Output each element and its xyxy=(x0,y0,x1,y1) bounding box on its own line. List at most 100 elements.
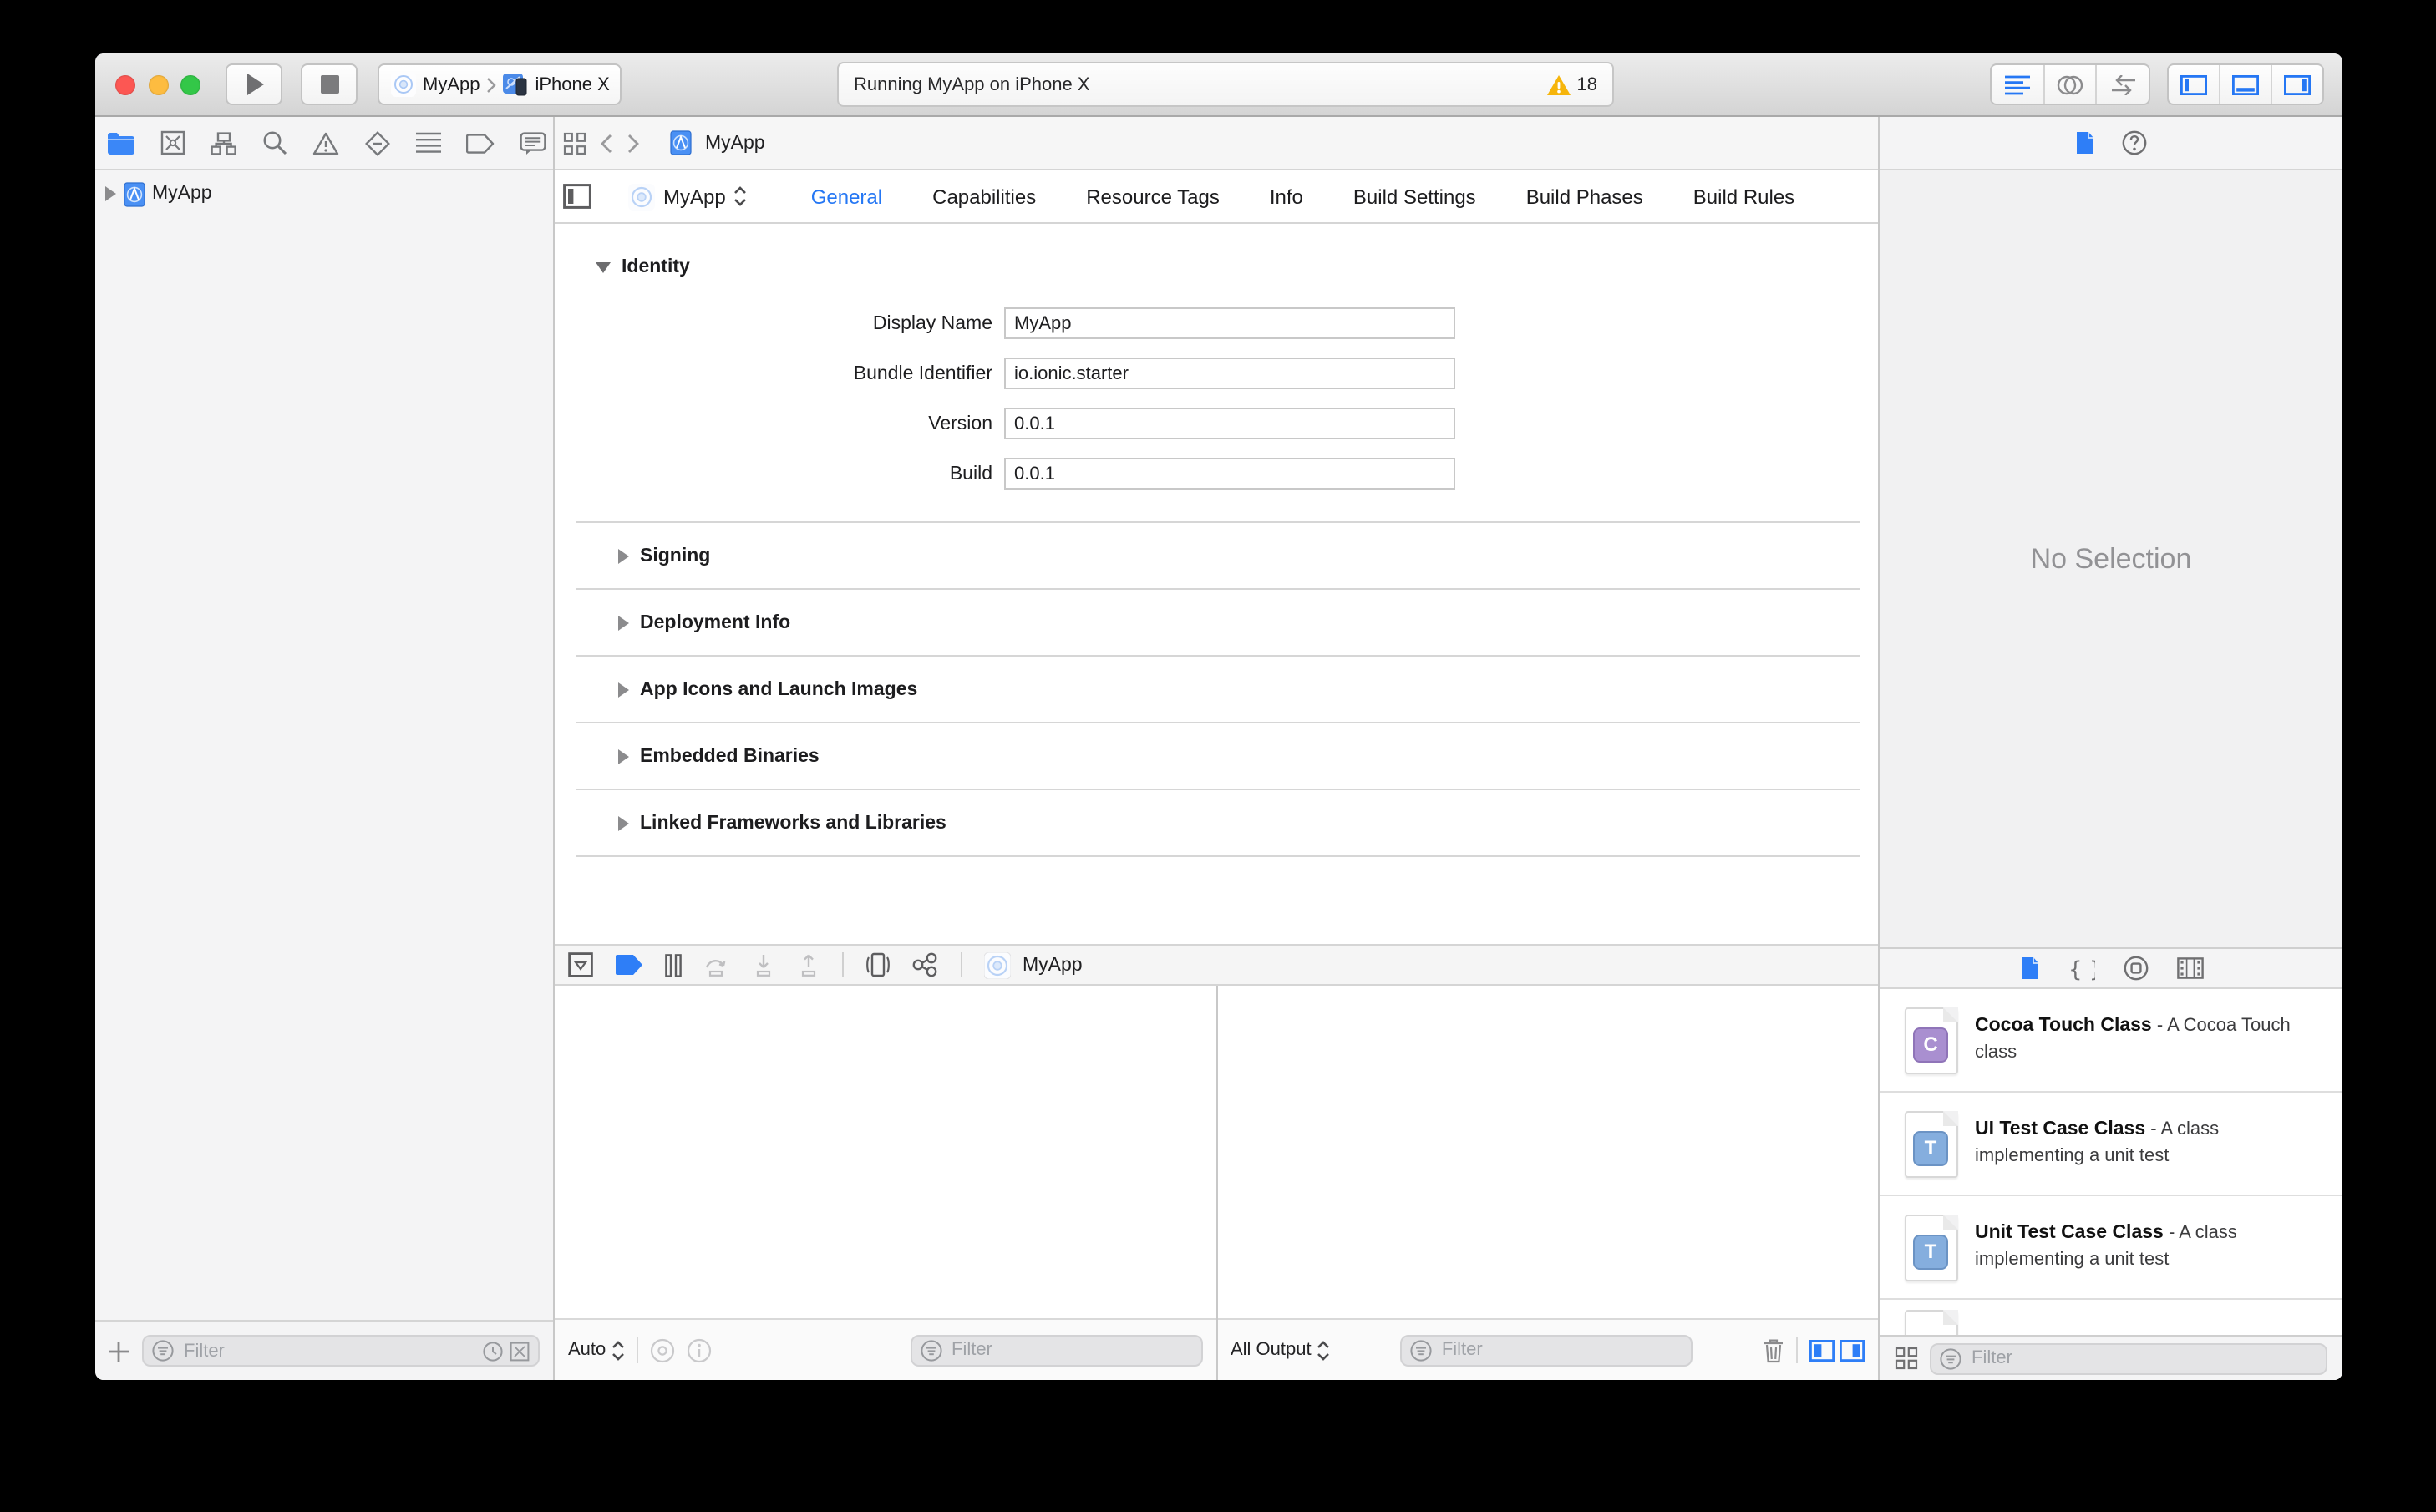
jumpbar-file-label[interactable]: MyApp xyxy=(705,133,765,153)
add-button[interactable] xyxy=(109,1341,129,1361)
bar-divider xyxy=(1796,1337,1798,1363)
source-control-navigator-icon[interactable] xyxy=(160,130,185,155)
toggle-navigator-button[interactable] xyxy=(2169,65,2220,104)
pause-button[interactable] xyxy=(665,953,682,977)
section-linked-frameworks[interactable]: Linked Frameworks and Libraries xyxy=(576,789,1860,857)
tab-general[interactable]: General xyxy=(811,185,882,208)
warning-icon[interactable] xyxy=(1546,74,1571,94)
info-icon[interactable] xyxy=(686,1337,711,1362)
warning-count[interactable]: 18 xyxy=(1577,74,1598,94)
library-filter-field[interactable] xyxy=(1930,1342,2327,1374)
help-inspector-icon[interactable] xyxy=(2122,130,2147,155)
issue-navigator-icon[interactable] xyxy=(312,131,339,155)
debug-navigator-icon[interactable] xyxy=(416,132,441,154)
library-item-partial[interactable] xyxy=(1880,1300,2342,1335)
disclosure-closed-icon[interactable] xyxy=(617,748,630,764)
console-filter-field[interactable] xyxy=(1399,1334,1693,1366)
disclosure-closed-icon[interactable] xyxy=(617,614,630,631)
library-filter-input[interactable] xyxy=(1968,1347,2317,1370)
symbol-navigator-icon[interactable] xyxy=(211,131,237,155)
close-window-button[interactable] xyxy=(115,75,135,95)
console-filter-input[interactable] xyxy=(1438,1338,1682,1362)
memory-graph-button[interactable] xyxy=(912,952,939,977)
section-signing[interactable]: Signing xyxy=(576,521,1860,588)
variables-filter-input[interactable] xyxy=(948,1338,1192,1362)
toggle-inspector-button[interactable] xyxy=(2272,65,2322,104)
toggle-variables-view-button[interactable] xyxy=(1809,1339,1835,1361)
clear-console-button[interactable] xyxy=(1763,1337,1784,1362)
debug-target-label[interactable]: MyApp xyxy=(1023,955,1083,975)
assistant-editor-button[interactable] xyxy=(2044,65,2098,104)
related-items-icon[interactable] xyxy=(563,131,586,155)
section-deployment-info[interactable]: Deployment Info xyxy=(576,588,1860,655)
minimize-window-button[interactable] xyxy=(149,75,169,95)
section-app-icons[interactable]: App Icons and Launch Images xyxy=(576,655,1860,722)
version-editor-button[interactable] xyxy=(2098,65,2149,104)
source-control-status-icon[interactable] xyxy=(510,1341,530,1361)
quick-look-icon[interactable] xyxy=(649,1337,674,1362)
section-embedded-binaries[interactable]: Embedded Binaries xyxy=(576,722,1860,789)
project-navigator-icon[interactable] xyxy=(107,131,135,155)
scheme-selector[interactable]: MyApp iPhone X xyxy=(378,63,622,105)
bundle-identifier-field[interactable] xyxy=(1004,358,1455,389)
library-item-text: Cocoa Touch Class - A Cocoa Touch class xyxy=(1975,1015,2342,1066)
toggle-debug-area-button[interactable] xyxy=(2220,65,2272,104)
toggle-console-view-button[interactable] xyxy=(1840,1339,1865,1361)
disclosure-closed-icon[interactable] xyxy=(617,814,630,831)
grid-view-icon[interactable] xyxy=(1895,1347,1918,1370)
disclosure-open-icon[interactable] xyxy=(595,261,612,274)
step-over-button[interactable] xyxy=(703,953,730,977)
library-item-ui-test-case-class[interactable]: T UI Test Case Class - A class implement… xyxy=(1880,1093,2342,1196)
file-template-library-icon[interactable] xyxy=(2019,956,2039,981)
tab-info[interactable]: Info xyxy=(1270,185,1303,208)
disclosure-closed-icon[interactable] xyxy=(617,681,630,698)
file-inspector-icon[interactable] xyxy=(2075,130,2095,155)
disclosure-closed-icon[interactable] xyxy=(617,547,630,564)
tab-resource-tags[interactable]: Resource Tags xyxy=(1086,185,1220,208)
run-button[interactable] xyxy=(226,63,282,105)
code-snippet-library-icon[interactable]: { } xyxy=(2068,956,2094,980)
targets-sidebar-toggle[interactable] xyxy=(563,184,591,209)
navigator-filter-input[interactable] xyxy=(180,1339,476,1362)
search-navigator-icon[interactable] xyxy=(262,130,287,155)
breakpoint-navigator-icon[interactable] xyxy=(466,133,495,153)
test-navigator-icon[interactable] xyxy=(364,129,391,156)
console-bar: All Output xyxy=(1217,1318,1878,1380)
stop-button[interactable] xyxy=(301,63,358,105)
tab-build-settings[interactable]: Build Settings xyxy=(1353,185,1476,208)
zoom-window-button[interactable] xyxy=(180,75,200,95)
console-scope-popup[interactable]: All Output xyxy=(1231,1339,1330,1361)
variables-scope-popup[interactable]: Auto xyxy=(568,1339,624,1361)
build-field[interactable] xyxy=(1004,458,1455,490)
standard-editor-button[interactable] xyxy=(1992,65,2045,104)
tab-build-rules[interactable]: Build Rules xyxy=(1693,185,1794,208)
library-item-unit-test-case-class[interactable]: T Unit Test Case Class - A class impleme… xyxy=(1880,1196,2342,1300)
recent-files-icon[interactable] xyxy=(483,1341,503,1361)
form-row-bundle-identifier: Bundle Identifier xyxy=(555,358,1878,389)
view-debugger-button[interactable] xyxy=(865,952,891,977)
svg-text:{ }: { } xyxy=(2068,956,2094,980)
library-item-cocoa-touch-class[interactable]: C Cocoa Touch Class - A Cocoa Touch clas… xyxy=(1880,989,2342,1093)
project-row[interactable]: MyApp xyxy=(95,179,553,209)
breakpoints-toggle-button[interactable] xyxy=(615,954,643,976)
navigator-filter-field[interactable] xyxy=(142,1335,540,1367)
back-button[interactable] xyxy=(600,133,613,153)
disclosure-triangle-icon[interactable] xyxy=(104,185,117,202)
target-popup[interactable]: MyApp xyxy=(628,183,748,210)
step-out-button[interactable] xyxy=(797,953,820,977)
debug-layout-toggles xyxy=(1809,1339,1865,1361)
tab-build-phases[interactable]: Build Phases xyxy=(1526,185,1643,208)
variables-view[interactable] xyxy=(555,986,1215,1318)
forward-button[interactable] xyxy=(627,133,640,153)
hide-debug-area-button[interactable] xyxy=(568,952,593,977)
step-into-button[interactable] xyxy=(752,953,775,977)
report-navigator-icon[interactable] xyxy=(520,131,546,155)
identity-section-header[interactable]: Identity xyxy=(595,251,1878,284)
media-library-icon[interactable] xyxy=(2176,957,2203,979)
tab-capabilities[interactable]: Capabilities xyxy=(932,185,1036,208)
display-name-field[interactable] xyxy=(1004,307,1455,339)
object-library-icon[interactable] xyxy=(2123,956,2148,981)
console-view[interactable] xyxy=(1217,986,1878,1318)
version-field[interactable] xyxy=(1004,408,1455,439)
variables-filter-field[interactable] xyxy=(910,1334,1202,1366)
